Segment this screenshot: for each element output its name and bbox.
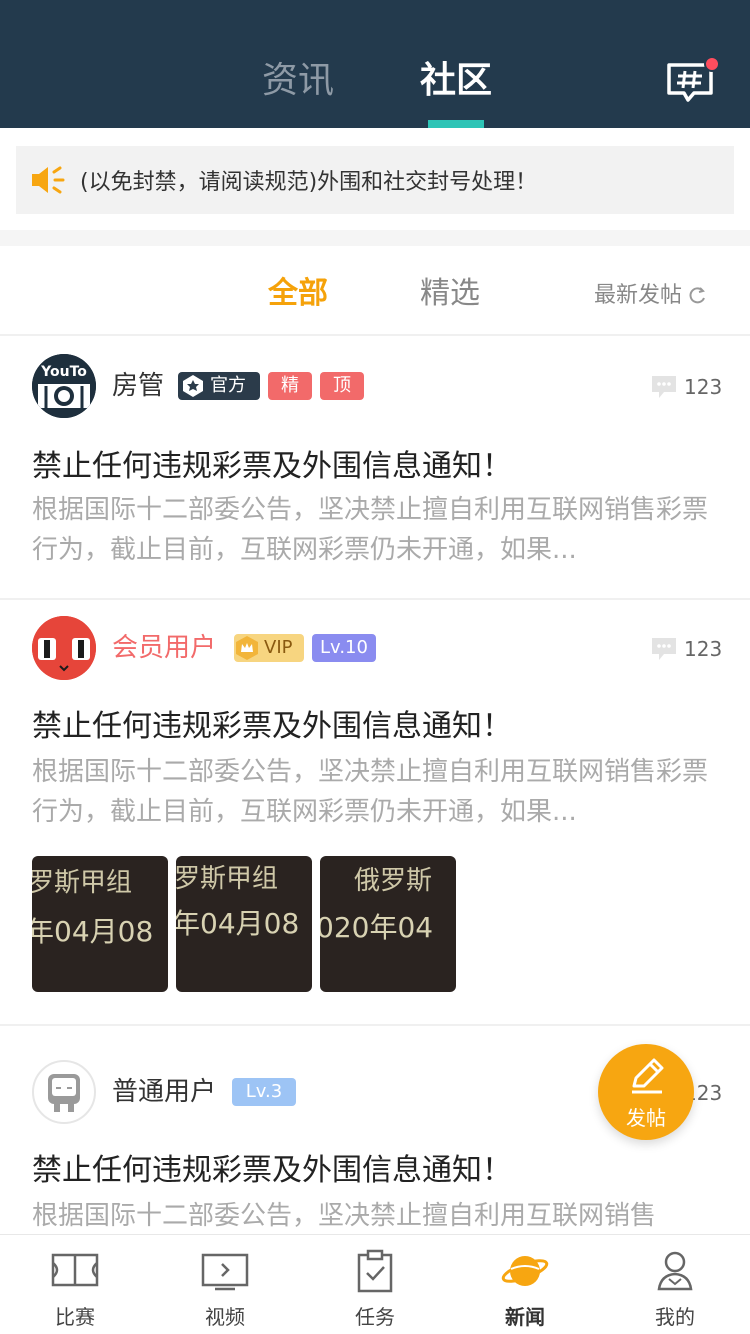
video-icon	[201, 1253, 249, 1291]
filter-tab-picked[interactable]: 精选	[420, 272, 480, 316]
thumbnail-text: 年04月08	[32, 915, 154, 948]
robot-avatar-icon	[48, 1074, 80, 1112]
nav-item-matches[interactable]: 比赛	[0, 1235, 150, 1334]
avatar[interactable]: YouTo	[32, 354, 96, 418]
notice-text: (以免封禁，请阅读规范)外围和社交封号处理！	[80, 170, 538, 195]
clipboard-icon	[357, 1249, 393, 1293]
thumbnail-text: 俄罗斯	[354, 866, 433, 896]
thumbnail-text: 020年04	[320, 911, 434, 944]
nav-label: 我的	[655, 1305, 695, 1329]
profile-icon	[657, 1251, 693, 1291]
official-star-icon	[183, 375, 203, 397]
nav-label: 视频	[205, 1305, 245, 1329]
post-excerpt: 根据国际十二部委公告，坚决禁止擅自利用互联网销售	[32, 1201, 657, 1231]
avatar-logo-text: YouTo	[40, 364, 87, 380]
post-username[interactable]: 会员用户	[112, 630, 216, 666]
thumbnail-text: 罗斯甲组	[176, 864, 279, 894]
nav-item-news[interactable]: 新闻	[450, 1235, 600, 1334]
nav-label: 任务	[355, 1305, 395, 1329]
top-badge: 顶	[320, 372, 364, 400]
vip-badge: VIP	[234, 634, 304, 662]
filter-latest-button[interactable]: 最新发帖	[594, 280, 708, 312]
top-header: 资讯 社区	[0, 0, 750, 128]
post-thumbnail[interactable]: 罗斯甲组 年04月08	[176, 856, 312, 992]
tab-community[interactable]: 社区	[420, 58, 492, 104]
field-icon	[51, 1253, 99, 1287]
red-monster-avatar-icon	[32, 616, 96, 680]
comment-icon	[652, 376, 676, 398]
comment-icon	[652, 638, 676, 660]
level-badge: Lv.3	[232, 1078, 296, 1106]
official-badge: 官方	[178, 372, 260, 400]
comment-count: 123	[684, 637, 723, 661]
avatar[interactable]	[32, 1060, 96, 1124]
pencil-icon	[632, 1058, 664, 1094]
youto-logo-icon: YouTo	[32, 354, 96, 418]
app-screen: 资讯 社区 (以免封禁，请阅读规范)外围和社交封号处理！ 全部 精选 最新发帖	[0, 0, 750, 1334]
compose-post-button[interactable]: 发帖	[598, 1044, 694, 1140]
comment-count-button[interactable]: 123	[650, 374, 722, 400]
post-title[interactable]: 禁止任何违规彩票及外围信息通知！	[32, 1150, 512, 1192]
planet-icon	[501, 1256, 549, 1286]
post-thumbnail[interactable]: 俄罗斯 020年04	[320, 856, 456, 992]
section-gap	[0, 230, 750, 246]
vip-badge-label: VIP	[264, 637, 293, 658]
speaker-icon	[32, 166, 65, 194]
post-excerpt: 根据国际十二部委公告，坚决禁止擅自利用互联网销售彩票行为，截止目前，互联网彩票仍…	[32, 495, 709, 565]
tab-news[interactable]: 资讯	[262, 58, 334, 104]
comment-count: 123	[684, 375, 723, 399]
post-card[interactable]: 会员用户 VIP Lv.10 123 禁止任何违规彩票及外围信息通知！ 根据国际…	[0, 600, 750, 1024]
active-tab-indicator	[428, 120, 484, 128]
notification-dot	[704, 56, 720, 72]
bottom-navigation: 比赛 视频 任务 新闻 我的	[0, 1234, 750, 1334]
post-username[interactable]: 房管	[112, 368, 164, 404]
post-title[interactable]: 禁止任何违规彩票及外围信息通知！	[32, 446, 512, 488]
crown-icon	[236, 636, 258, 660]
post-card[interactable]: YouTo 房管 官方 精 顶 123 禁止任何违规彩票及外围信息通知！ 根据国…	[0, 336, 750, 598]
essence-badge: 精	[268, 372, 312, 400]
thumbnail-text: 年04月08	[176, 907, 300, 940]
post-username[interactable]: 普通用户	[112, 1074, 216, 1110]
nav-label: 新闻	[505, 1305, 545, 1329]
avatar[interactable]	[32, 616, 96, 680]
refresh-icon	[689, 287, 705, 304]
post-title[interactable]: 禁止任何违规彩票及外围信息通知！	[32, 706, 512, 748]
notice-bar[interactable]: (以免封禁，请阅读规范)外围和社交封号处理！	[16, 146, 734, 214]
nav-item-video[interactable]: 视频	[150, 1235, 300, 1334]
post-excerpt: 根据国际十二部委公告，坚决禁止擅自利用互联网销售彩票行为，截止目前，互联网彩票仍…	[32, 757, 709, 827]
nav-item-tasks[interactable]: 任务	[300, 1235, 450, 1334]
thumbnail-text: 罗斯甲组	[32, 868, 133, 898]
compose-post-label: 发帖	[626, 1106, 666, 1130]
filter-tab-all[interactable]: 全部	[268, 272, 328, 316]
level-badge: Lv.10	[312, 634, 376, 662]
nav-item-profile[interactable]: 我的	[600, 1235, 750, 1334]
comment-count-button[interactable]: 123	[650, 636, 722, 662]
post-thumbnail[interactable]: 罗斯甲组 年04月08	[32, 856, 168, 992]
official-badge-label: 官方	[210, 375, 246, 396]
nav-label: 比赛	[55, 1305, 95, 1329]
filter-latest-label: 最新发帖	[594, 283, 683, 308]
